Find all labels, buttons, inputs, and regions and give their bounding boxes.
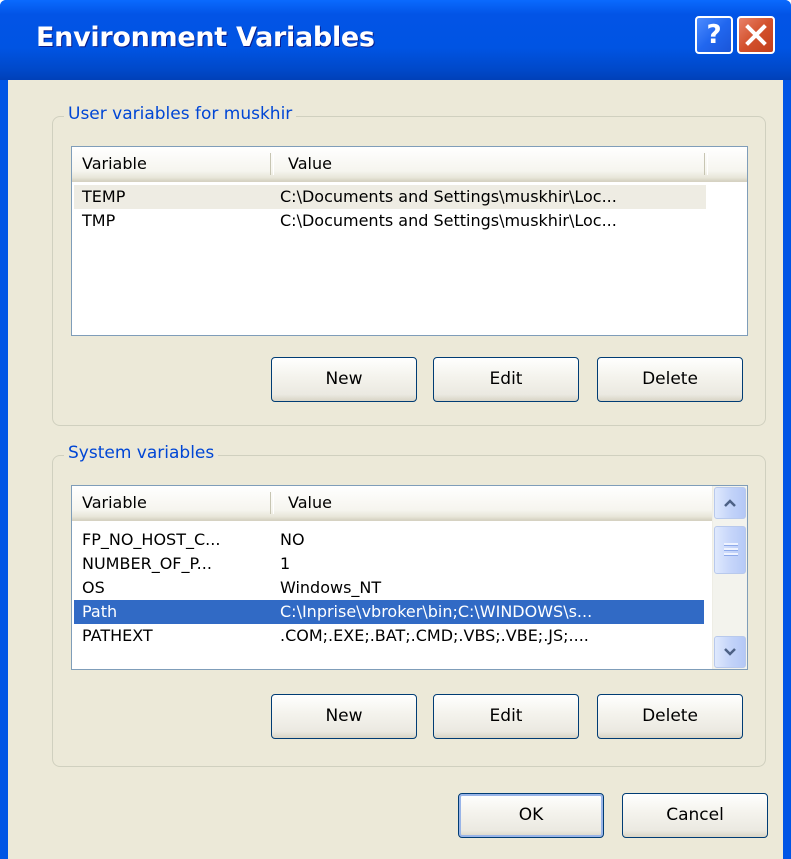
- user-variables-label: User variables for muskhir: [64, 104, 297, 124]
- window-title: Environment Variables: [36, 22, 375, 53]
- scroll-up-button[interactable]: [714, 487, 746, 519]
- scroll-up-icon: [724, 499, 736, 507]
- column-divider[interactable]: [270, 153, 274, 175]
- user-new-button[interactable]: New: [271, 357, 417, 402]
- table-row[interactable]: NUMBER_OF_P... 1: [74, 552, 704, 576]
- value-cell: C:\Documents and Settings\muskhir\Loc...: [280, 211, 617, 230]
- value-cell: NO: [280, 530, 305, 549]
- value-cell: 1: [280, 554, 291, 573]
- user-edit-button[interactable]: Edit: [433, 357, 579, 402]
- help-icon: ?: [706, 20, 722, 50]
- environment-variables-dialog: Environment Variables ? User variables f…: [0, 0, 791, 859]
- value-cell: C:\Inprise\vbroker\bin;C:\WINDOWS\s...: [280, 602, 593, 621]
- title-bar[interactable]: Environment Variables ?: [0, 0, 791, 80]
- user-delete-button[interactable]: Delete: [597, 357, 743, 402]
- system-edit-button[interactable]: Edit: [433, 694, 579, 739]
- variable-cell: OS: [82, 578, 105, 597]
- column-header-variable[interactable]: Variable: [72, 486, 270, 520]
- cancel-button[interactable]: Cancel: [622, 793, 768, 838]
- variable-cell: NUMBER_OF_P...: [82, 554, 212, 573]
- dialog-body: User variables for muskhir Variable Valu…: [8, 80, 783, 859]
- column-header-value[interactable]: Value: [278, 147, 698, 181]
- column-divider[interactable]: [704, 153, 708, 175]
- scroll-down-icon: [724, 648, 736, 656]
- column-header-value[interactable]: Value: [278, 486, 698, 520]
- variable-cell: TMP: [82, 211, 116, 230]
- table-row[interactable]: PATHEXT .COM;.EXE;.BAT;.CMD;.VBS;.VBE;.J…: [74, 624, 704, 648]
- user-variables-list[interactable]: Variable Value TEMP C:\Documents and Set…: [71, 146, 748, 336]
- variable-cell: Path: [82, 602, 118, 621]
- ok-button[interactable]: OK: [458, 793, 604, 838]
- value-cell: .COM;.EXE;.BAT;.CMD;.VBS;.VBE;.JS;....: [280, 626, 589, 645]
- variable-cell: TEMP: [82, 187, 126, 206]
- scroll-down-button[interactable]: [714, 636, 746, 668]
- table-row[interactable]: TMP C:\Documents and Settings\muskhir\Lo…: [74, 209, 706, 233]
- scroll-thumb[interactable]: [714, 526, 746, 574]
- table-row[interactable]: FP_NO_HOST_C... NO: [74, 528, 704, 552]
- variable-cell: PATHEXT: [82, 626, 153, 645]
- value-cell: C:\Documents and Settings\muskhir\Loc...: [280, 187, 617, 206]
- table-row[interactable]: TEMP C:\Documents and Settings\muskhir\L…: [74, 185, 706, 209]
- column-header-variable[interactable]: Variable: [72, 147, 270, 181]
- value-cell: Windows_NT: [280, 578, 382, 597]
- system-variables-list[interactable]: Variable Value FP_NO_HOST_C... NO NUMBER…: [71, 485, 748, 670]
- list-header: Variable Value: [72, 486, 747, 521]
- system-variables-label: System variables: [64, 443, 219, 463]
- close-button[interactable]: [737, 16, 775, 54]
- grip-line: [724, 548, 738, 551]
- system-delete-button[interactable]: Delete: [597, 694, 743, 739]
- variable-cell: FP_NO_HOST_C...: [82, 530, 221, 549]
- grip-line: [724, 553, 738, 556]
- vertical-scrollbar[interactable]: [712, 486, 747, 669]
- grip-line: [724, 543, 738, 546]
- close-icon: [745, 24, 767, 46]
- system-new-button[interactable]: New: [271, 694, 417, 739]
- help-button[interactable]: ?: [695, 16, 733, 54]
- table-row[interactable]: OS Windows_NT: [74, 576, 704, 600]
- list-header: Variable Value: [72, 147, 747, 182]
- column-divider[interactable]: [270, 492, 274, 514]
- table-row-selected[interactable]: Path C:\Inprise\vbroker\bin;C:\WINDOWS\s…: [74, 600, 704, 624]
